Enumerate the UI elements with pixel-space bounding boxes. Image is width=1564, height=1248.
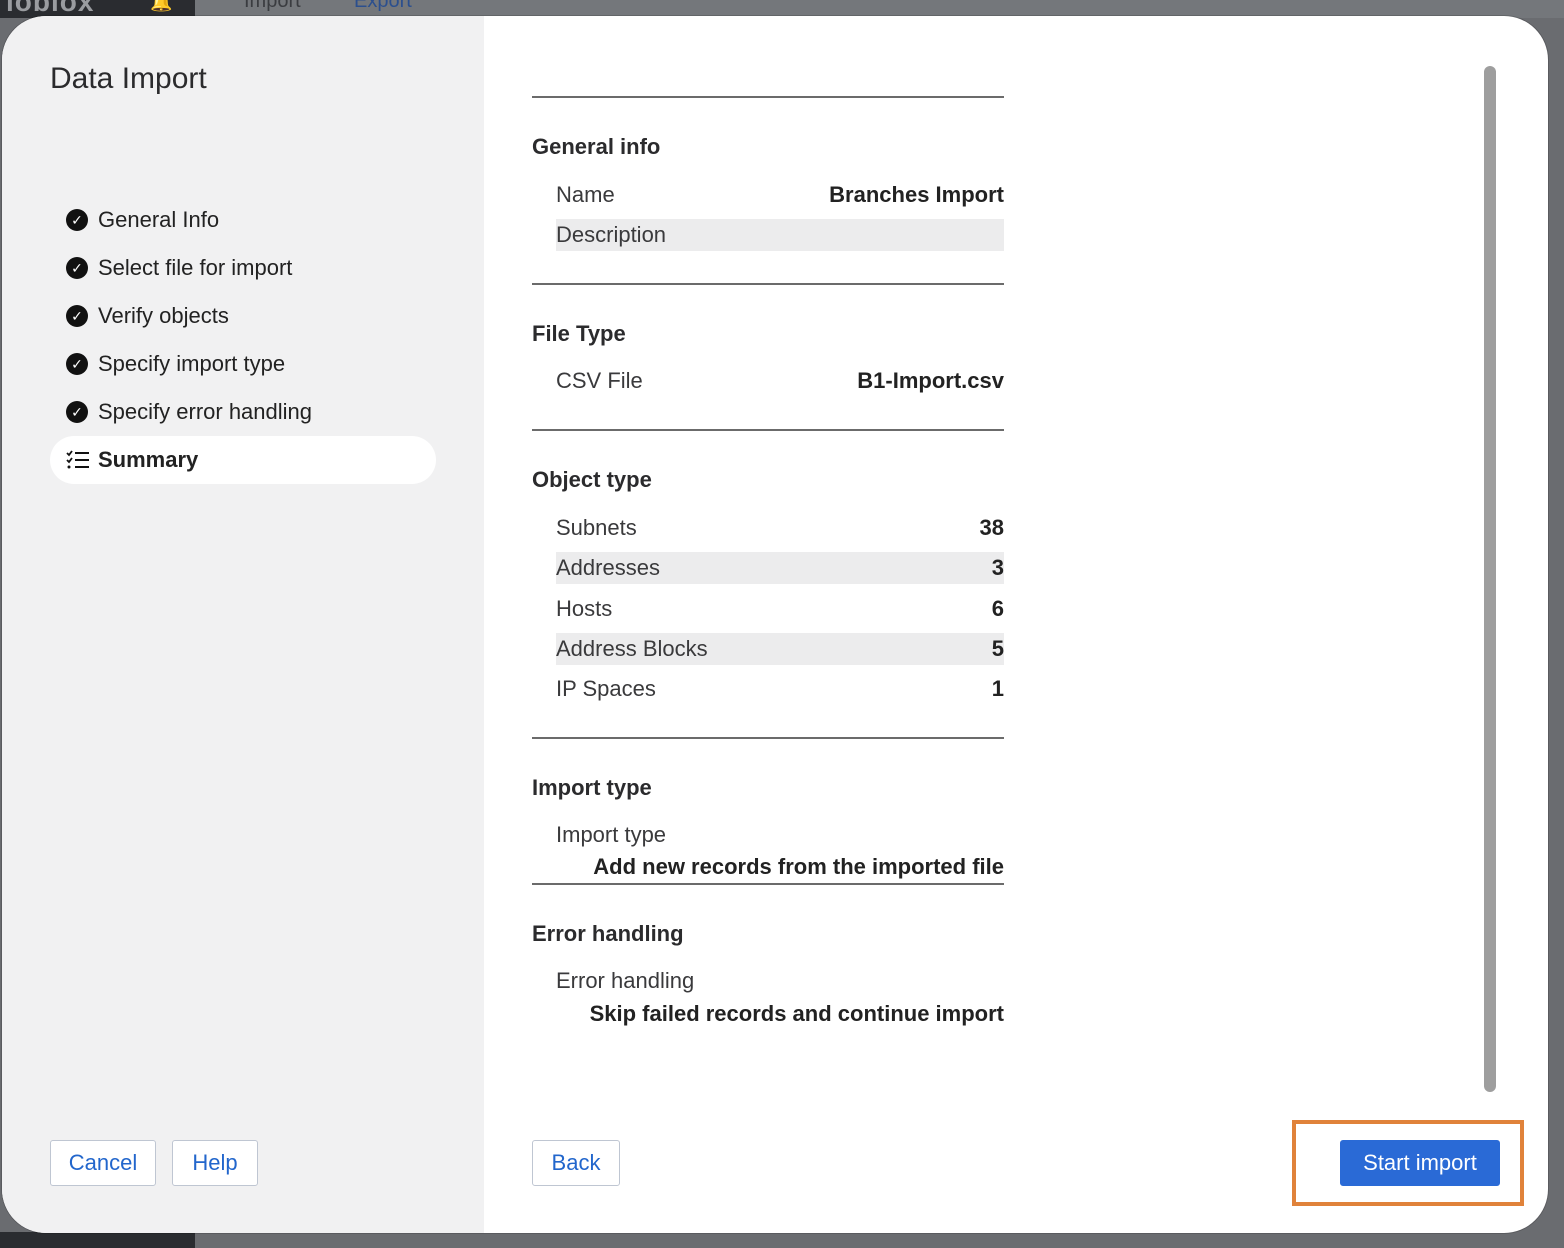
step-error-handling[interactable]: ✓ Specify error handling bbox=[50, 388, 436, 436]
divider bbox=[532, 883, 1004, 885]
row-label: IP Spaces bbox=[556, 676, 656, 701]
step-verify-objects[interactable]: ✓ Verify objects bbox=[50, 292, 436, 340]
step-label: Verify objects bbox=[98, 303, 229, 328]
check-circle-icon: ✓ bbox=[66, 401, 88, 423]
section-title-object-type: Object type bbox=[532, 467, 652, 492]
step-summary[interactable]: Summary bbox=[50, 436, 436, 484]
modal-title: Data Import bbox=[50, 62, 207, 95]
step-select-file[interactable]: ✓ Select file for import bbox=[50, 244, 436, 292]
row-label: Hosts bbox=[556, 596, 613, 621]
step-general-info[interactable]: ✓ General Info bbox=[50, 196, 436, 244]
row-value: 5 bbox=[991, 636, 1004, 661]
check-circle-icon: ✓ bbox=[66, 257, 88, 279]
error-handling-value: Skip failed records and continue import bbox=[589, 1001, 1004, 1026]
background-tab-import: Import bbox=[244, 0, 301, 12]
start-import-button[interactable]: Start import bbox=[1340, 1140, 1500, 1186]
section-title-file-type: File Type bbox=[532, 321, 626, 346]
divider bbox=[532, 283, 1004, 285]
wizard-sidebar: Data Import ✓ General Info ✓ Select file… bbox=[2, 16, 484, 1233]
row-value: 3 bbox=[991, 555, 1004, 580]
section-title-import-type: Import type bbox=[532, 775, 652, 800]
cancel-button[interactable]: Cancel bbox=[50, 1140, 156, 1186]
checklist-icon bbox=[66, 450, 89, 469]
back-button[interactable]: Back bbox=[532, 1140, 620, 1186]
step-label: Specify import type bbox=[98, 351, 286, 376]
summary-row-name: Name Branches Import bbox=[556, 179, 1004, 211]
summary-row-csv-file: CSV File B1-Import.csv bbox=[556, 365, 1004, 397]
data-import-modal: Data Import ✓ General Info ✓ Select file… bbox=[2, 16, 1548, 1233]
row-value: Branches Import bbox=[829, 182, 1004, 207]
background-tab-export: Export bbox=[354, 0, 412, 12]
summary-row-hosts: Hosts 6 bbox=[556, 593, 1004, 625]
summary-row-address-blocks: Address Blocks 5 bbox=[556, 633, 1004, 665]
scrollbar-thumb[interactable] bbox=[1484, 66, 1496, 1092]
row-label: Name bbox=[556, 182, 615, 207]
row-value: 1 bbox=[991, 676, 1004, 701]
step-label: General Info bbox=[98, 207, 220, 232]
import-type-value: Add new records from the imported file bbox=[593, 854, 1004, 879]
divider bbox=[532, 737, 1004, 739]
row-label: Address Blocks bbox=[556, 636, 708, 661]
row-label: Description bbox=[556, 222, 667, 247]
error-handling-label: Error handling bbox=[556, 968, 695, 993]
check-circle-icon: ✓ bbox=[66, 305, 88, 327]
divider bbox=[532, 429, 1004, 431]
step-label: Specify error handling bbox=[98, 399, 313, 424]
row-label: Addresses bbox=[556, 555, 660, 580]
bell-icon: 🔔 bbox=[150, 0, 173, 12]
wizard-steps: ✓ General Info ✓ Select file for import … bbox=[50, 196, 436, 484]
step-label: Summary bbox=[98, 447, 199, 472]
check-circle-icon: ✓ bbox=[66, 353, 88, 375]
section-title-error-handling: Error handling bbox=[532, 921, 684, 946]
summary-row-ip-spaces: IP Spaces 1 bbox=[556, 673, 1004, 705]
summary-row-description: Description bbox=[556, 219, 1004, 251]
background-bottom-strip bbox=[0, 1232, 195, 1248]
divider bbox=[532, 96, 1004, 98]
row-value: 6 bbox=[991, 596, 1004, 621]
summary-row-subnets: Subnets 38 bbox=[556, 512, 1004, 544]
section-title-general-info: General info bbox=[532, 134, 661, 159]
help-button[interactable]: Help bbox=[172, 1140, 258, 1186]
summary-row-addresses: Addresses 3 bbox=[556, 552, 1004, 584]
row-label: CSV File bbox=[556, 368, 643, 393]
import-type-label: Import type bbox=[556, 822, 667, 847]
step-import-type[interactable]: ✓ Specify import type bbox=[50, 340, 436, 388]
row-value: 38 bbox=[979, 515, 1004, 540]
step-label: Select file for import bbox=[98, 255, 293, 280]
row-label: Subnets bbox=[556, 515, 637, 540]
check-circle-icon: ✓ bbox=[66, 209, 88, 231]
row-value: B1-Import.csv bbox=[857, 368, 1004, 393]
